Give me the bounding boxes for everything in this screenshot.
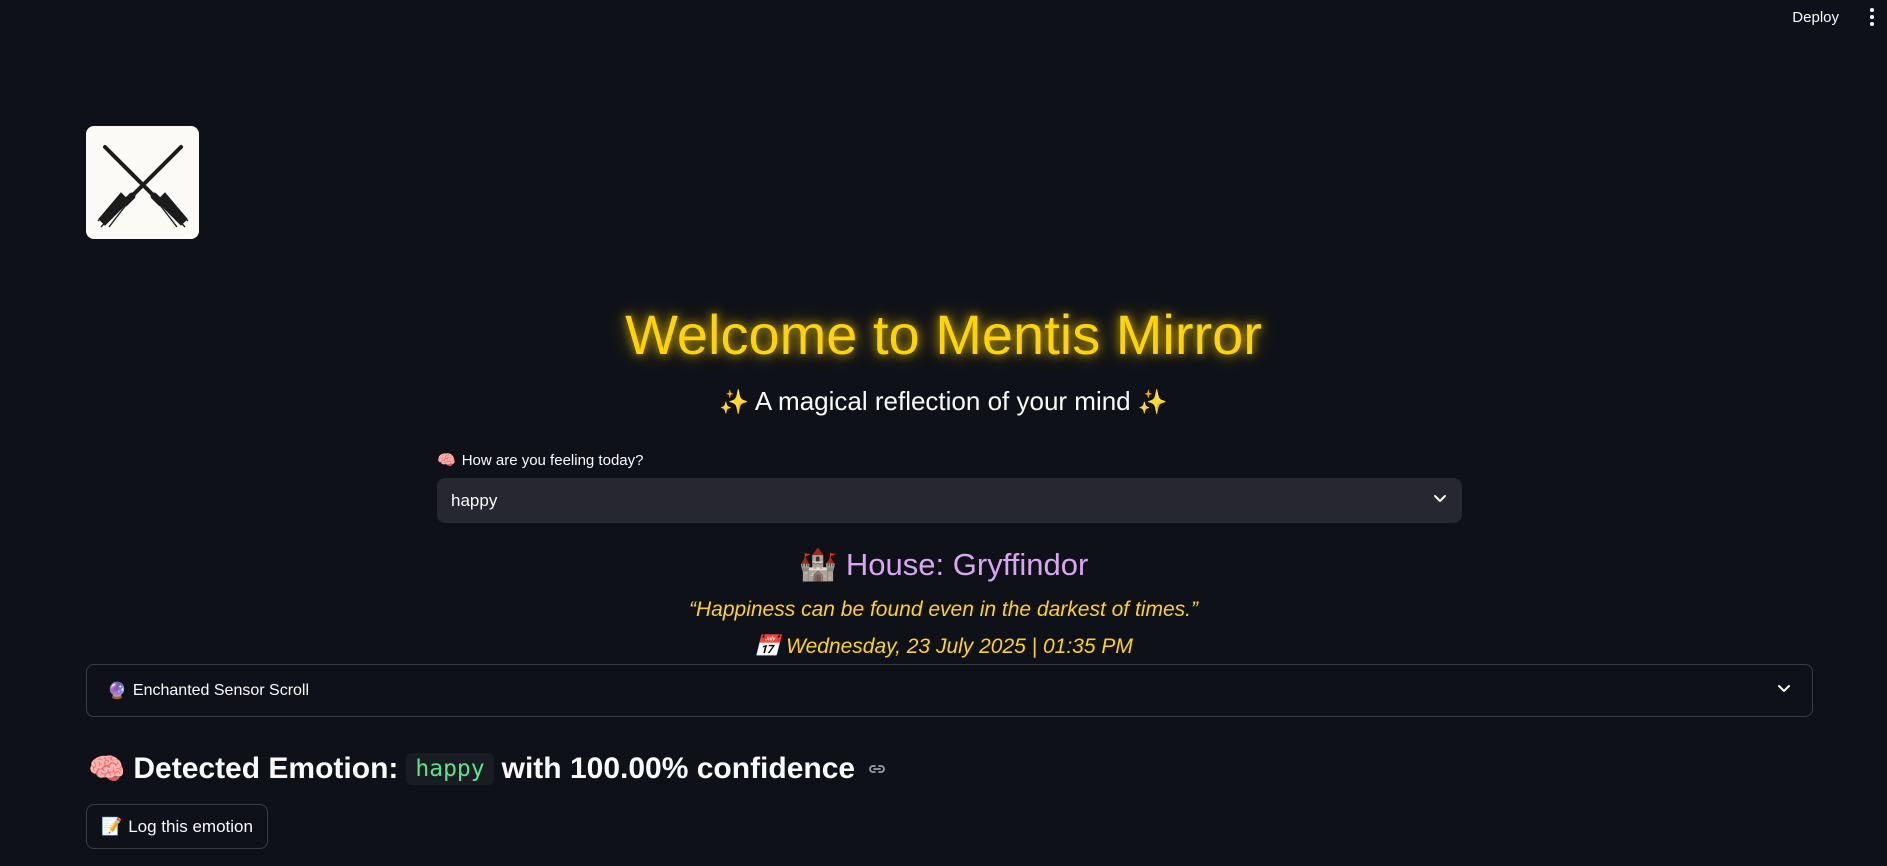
kebab-menu-icon[interactable] [1863,5,1881,29]
detected-emotion-heading: 🧠 Detected Emotion: happy with 100.00% c… [88,748,887,790]
house-heading: 🏰 House: Gryffindor [0,545,1887,585]
sparkle-icon: ✨ [719,388,750,416]
feeling-label-text: How are you feeling today? [461,451,644,469]
brain-icon: 🧠 [88,751,126,787]
deploy-button[interactable]: Deploy [1784,4,1847,30]
log-emotion-button[interactable]: 📝 Log this emotion [86,804,268,849]
crystal-ball-icon: 🔮 [107,681,127,700]
date-line: 📅 Wednesday, 23 July 2025 | 01:35 PM [0,632,1887,661]
feeling-select[interactable]: happy [437,478,1462,523]
subtitle-text: A magical reflection of your mind [754,386,1131,416]
crossed-broomsticks-icon [86,126,199,239]
page-title: Welcome to Mentis Mirror [625,303,1262,366]
feeling-select-group: 🧠 How are you feeling today? happy [437,450,1462,523]
detected-suffix: with 100.00% confidence [501,752,856,785]
castle-icon: 🏰 [798,547,838,583]
top-toolbar: Deploy [0,0,1887,34]
house-quote: “Happiness can be found even in the dark… [689,598,1198,621]
app-page: Deploy Welcome to Mentis Mirror ✨ A magi… [0,0,1887,866]
memo-icon: 📝 [101,816,123,837]
chevron-down-icon [1432,490,1448,511]
page-subtitle: ✨ A magical reflection of your mind ✨ [0,384,1887,419]
expander-label: 🔮 Enchanted Sensor Scroll [107,681,309,700]
chevron-down-icon [1776,680,1792,701]
sensor-scroll-expander[interactable]: 🔮 Enchanted Sensor Scroll [86,664,1813,717]
log-button-label: Log this emotion [128,816,253,836]
emotion-code: happy [406,753,494,785]
house-text: House: Gryffindor [845,547,1089,582]
link-icon[interactable] [867,759,887,779]
brain-icon: 🧠 [437,451,456,469]
date-text: Wednesday, 23 July 2025 | 01:35 PM [786,635,1133,658]
expander-label-text: Enchanted Sensor Scroll [132,681,310,699]
sparkle-icon: ✨ [1137,388,1168,416]
detected-prefix: Detected Emotion: [133,752,399,785]
feeling-select-label: 🧠 How are you feeling today? [437,450,1462,470]
calendar-icon: 📅 [754,634,781,658]
feeling-select-value: happy [451,490,498,510]
